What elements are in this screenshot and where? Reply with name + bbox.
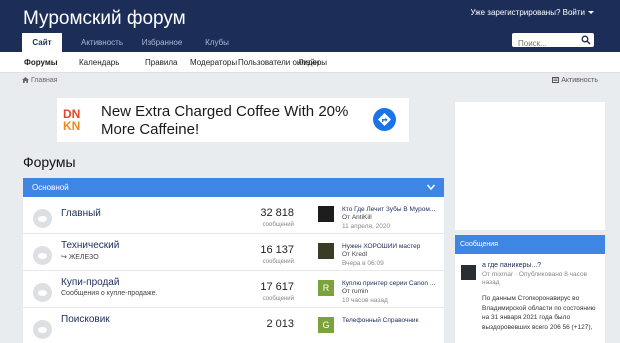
forum-post-count: 17 617 (260, 281, 294, 293)
avatar[interactable]: G (318, 317, 334, 333)
activity-link-label: Активность (561, 77, 598, 84)
subforum-label: ЖЕЛЕЗО (68, 254, 99, 261)
category-header[interactable]: Основной (23, 178, 444, 197)
avatar[interactable] (318, 243, 334, 259)
chevron-down-icon (588, 11, 594, 15)
forum-post-count-label: сообщений (262, 296, 294, 302)
forum-row: Технический ↪ ЖЕЛЕЗО 16 137 сообщений Ну… (23, 234, 444, 271)
messages-widget-title: Сообщения (460, 241, 498, 248)
category-title: Основной (32, 183, 69, 192)
activity-icon (552, 77, 560, 83)
subnav-calendar[interactable]: Календарь (79, 52, 119, 73)
dunkin-logo: DN KN (63, 107, 80, 133)
subnav-leaders[interactable]: Лидеры (298, 52, 327, 73)
search-input[interactable] (512, 36, 578, 51)
forum-post-count-label: сообщений (262, 259, 294, 265)
search-icon[interactable] (581, 35, 591, 45)
last-post-author[interactable]: От rumin (342, 288, 368, 295)
forum-status-icon (33, 209, 52, 228)
breadcrumb[interactable]: Главная (22, 77, 58, 84)
forum-list: Главный 32 818 сообщений Кто Где Лечит З… (23, 197, 444, 343)
avatar[interactable] (461, 265, 476, 280)
chevron-down-icon[interactable] (426, 182, 436, 192)
forum-post-count: 16 137 (260, 244, 294, 256)
tab-favorites[interactable]: Избранное (132, 33, 192, 52)
last-post-title[interactable]: Куплю принтер серии Canon ... (342, 280, 442, 287)
last-post-date: 11 апреля, 2020 (342, 223, 391, 230)
tab-site[interactable]: Сайт (22, 33, 62, 52)
ad-go-button[interactable] (373, 108, 396, 131)
subnav-forums[interactable]: Форумы (24, 52, 58, 73)
forum-name[interactable]: Поисковик (61, 314, 110, 325)
forum-row: Главный 32 818 сообщений Кто Где Лечит З… (23, 197, 444, 234)
home-icon (22, 77, 29, 83)
ad-banner[interactable]: DN KN New Extra Charged Coffee With 20% … (57, 98, 409, 142)
page-title: Форумы (23, 154, 76, 170)
ad-text: New Extra Charged Coffee With 20% More C… (101, 103, 349, 138)
forum-status-icon (33, 320, 52, 339)
forum-description: Сообщения о купле-продаже. (61, 290, 158, 297)
activity-link[interactable]: Активность (552, 77, 598, 84)
forum-row: Поисковик 2 013 G Телефонный Справочник (23, 308, 444, 343)
last-post-date: 10 часов назад (342, 297, 388, 304)
signin-label: Уже зарегистрированы? Войти (470, 8, 585, 17)
avatar[interactable]: R (318, 280, 334, 296)
forum-name[interactable]: Главный (61, 208, 101, 219)
messages-widget: а где паникеры...? От mixmar · Опубликов… (455, 254, 605, 343)
forum-status-icon (33, 283, 52, 302)
site-title[interactable]: Муромский форум (23, 8, 186, 30)
forum-subforum[interactable]: ↪ ЖЕЛЕЗО (61, 253, 99, 261)
last-post-author[interactable]: От Kredl (342, 251, 367, 258)
signin-link[interactable]: Уже зарегистрированы? Войти (470, 8, 594, 17)
directions-icon (378, 113, 391, 126)
last-post-title[interactable]: Кто Где Лечит Зубы В Муром... (342, 206, 442, 213)
forum-post-count: 2 013 (266, 318, 294, 330)
site-header: Муромский форум Уже зарегистрированы? Во… (0, 0, 620, 52)
subforum-arrow-icon: ↪ (61, 254, 69, 261)
forum-post-count: 32 818 (260, 207, 294, 219)
tab-activity[interactable]: Активность (72, 33, 132, 52)
main-nav: Сайт Активность Избранное Клубы (22, 33, 242, 52)
message-meta: От mixmar · Опубликовано 8 часов назад (482, 271, 588, 286)
last-post-title[interactable]: Телефонный Справочник (342, 317, 442, 324)
forum-name[interactable]: Технический (61, 240, 119, 251)
tab-clubs[interactable]: Клубы (192, 33, 242, 52)
avatar[interactable] (318, 206, 334, 222)
messages-widget-header: Сообщения (455, 235, 605, 254)
message-title[interactable]: а где паникеры...? (482, 262, 541, 269)
search-box (512, 33, 594, 51)
message-excerpt: По данным Стопкоронавирус во Владимирско… (482, 295, 596, 331)
last-post-title[interactable]: Нужен ХОРОШИЙ мастер (342, 243, 442, 250)
sub-nav: Форумы Календарь Правила Модераторы Поль… (0, 52, 620, 73)
breadcrumb-home: Главная (30, 77, 58, 84)
ad-logo-line-2: KN (63, 119, 80, 133)
forum-post-count-label: сообщений (262, 222, 294, 228)
forum-row: Купи-продай Сообщения о купле-продаже. 1… (23, 271, 444, 308)
subnav-moderators[interactable]: Модераторы (190, 52, 237, 73)
forum-name[interactable]: Купи-продай (61, 277, 119, 288)
sidebar-ad-slot (455, 102, 605, 230)
forum-status-icon (33, 246, 52, 265)
subnav-rules[interactable]: Правила (145, 52, 177, 73)
last-post-date: Вчера в 06:09 (342, 260, 384, 267)
last-post-author[interactable]: От AntiKill (342, 214, 372, 221)
